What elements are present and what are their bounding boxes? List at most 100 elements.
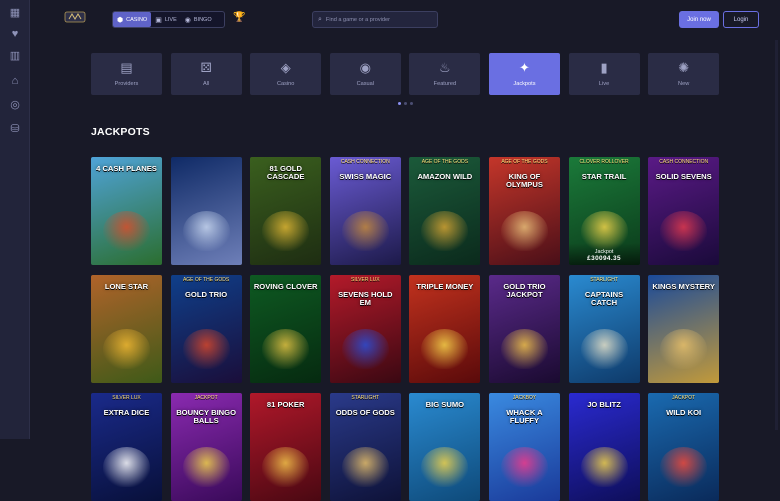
mode-live[interactable]: ▣ LIVE <box>151 12 181 27</box>
game-tile[interactable]: AGE OF THE GODS AMAZON WILD <box>409 157 481 265</box>
game-artwork <box>103 329 150 369</box>
game-tile[interactable]: SILVER LUX EXTRA DICE <box>91 393 162 501</box>
game-subtitle: AGE OF THE GODS <box>421 159 469 165</box>
game-tile[interactable]: 81 POKER <box>250 393 322 501</box>
game-artwork <box>182 447 230 487</box>
game-tile[interactable]: 4 CASH PLANES <box>91 157 162 265</box>
game-title: WILD KOI <box>666 408 702 417</box>
category-label: Casual <box>356 81 374 87</box>
category-label: Featured <box>433 81 457 87</box>
search-icon: ⌕ <box>318 15 322 23</box>
game-subtitle: CLOVER ROLLOVER <box>579 159 629 165</box>
game-title: ROVING CLOVER <box>253 282 318 291</box>
product-switcher: ⬢ CASINO ▣ LIVE ◉ BINGO <box>112 11 225 28</box>
carousel-dot[interactable] <box>398 102 401 105</box>
game-artwork <box>103 447 150 487</box>
cards-icon: ▣ <box>155 16 162 24</box>
game-artwork <box>580 329 628 369</box>
chip-icon[interactable]: ◎ <box>8 98 22 112</box>
mode-bingo[interactable]: ◉ BINGO <box>181 12 216 27</box>
login-button[interactable]: Login <box>723 11 759 28</box>
heart-icon[interactable]: ♥ <box>8 27 22 41</box>
game-tile[interactable]: STARLIGHT ODDS OF GODS <box>329 393 401 501</box>
game-artwork <box>660 447 708 487</box>
game-artwork <box>182 329 230 369</box>
game-artwork <box>262 329 310 369</box>
game-artwork <box>500 211 548 251</box>
category-featured[interactable]: ♨ Featured <box>409 53 481 95</box>
game-tile[interactable]: AGE OF THE GODS GOLD TRIO <box>170 275 242 383</box>
game-artwork <box>341 211 389 251</box>
game-tile[interactable]: TRIPLE MONEY <box>409 275 481 383</box>
game-title: ODDS OF GODS <box>335 408 395 417</box>
briefcase-icon: ▤ <box>120 60 133 75</box>
category-new[interactable]: ✺ New <box>648 53 720 95</box>
game-subtitle: STARLIGHT <box>351 395 380 401</box>
game-artwork <box>500 447 548 487</box>
category-providers[interactable]: ▤ Providers <box>91 53 162 95</box>
game-tile[interactable]: 81 GOLD CASCADE <box>250 157 322 265</box>
game-tile[interactable] <box>170 157 242 265</box>
game-title: GOLD TRIO <box>185 290 228 299</box>
category-all[interactable]: ⚄ All <box>170 53 242 95</box>
game-artwork <box>421 329 469 369</box>
game-title: SOLID SEVENS <box>655 172 712 181</box>
search-input[interactable] <box>325 16 436 23</box>
logo[interactable] <box>64 10 86 24</box>
party-icon: ✺ <box>678 60 690 75</box>
game-tile[interactable]: SILVER LUX SEVENS HOLD EM <box>329 275 401 383</box>
game-artwork <box>262 211 310 251</box>
game-subtitle: CASH CONNECTION <box>659 159 709 165</box>
game-title: EXTRA DICE <box>103 408 150 417</box>
jackpot-value: £30094.35 <box>587 255 621 262</box>
game-tile[interactable]: CASH CONNECTION SOLID SEVENS <box>648 157 720 265</box>
game-tile[interactable]: LONE STAR <box>91 275 162 383</box>
game-tile[interactable]: BIG SUMO <box>409 393 481 501</box>
category-label: All <box>202 81 210 87</box>
game-tile[interactable]: KINGS MYSTERY <box>648 275 720 383</box>
game-title: BIG SUMO <box>425 400 465 409</box>
carousel-dot[interactable] <box>404 102 407 105</box>
mode-label: BINGO <box>193 16 212 23</box>
game-tile[interactable]: JO BLITZ <box>568 393 640 501</box>
game-grid: 4 CASH PLANES 81 GOLD CASCADE CASH CONNECT… <box>91 157 720 501</box>
game-title: WHACK A FLUFFY <box>506 408 543 425</box>
game-subtitle: SILVER LUX <box>112 395 141 401</box>
join-now-button[interactable]: Join now <box>679 11 719 28</box>
category-casual[interactable]: ◉ Casual <box>329 53 401 95</box>
game-subtitle: JACKPOT <box>672 395 696 401</box>
game-tile[interactable]: JACKBOY WHACK A FLUFFY <box>488 393 560 501</box>
cards-icon: ▮ <box>600 60 608 75</box>
search-bar[interactable]: ⌕ <box>312 11 438 28</box>
building-icon[interactable]: ▥ <box>8 49 22 63</box>
flame-icon: ♨ <box>439 60 451 75</box>
carousel-dot[interactable] <box>410 102 413 105</box>
game-artwork <box>182 211 230 251</box>
sparkle-icon: ✦ <box>519 60 530 75</box>
category-label: Casino <box>276 81 295 87</box>
coins-icon[interactable]: ⛁ <box>8 122 22 136</box>
mode-casino[interactable]: ⬢ CASINO <box>113 12 152 27</box>
game-tile[interactable]: CLOVER ROLLOVER STAR TRAIL Jackpot £30094.3… <box>568 157 640 265</box>
game-artwork <box>262 447 310 487</box>
dashboard-icon[interactable]: ▦ <box>8 6 22 20</box>
category-bar: ▤ Providers ⚄ All ◈ Casino ◉ Casual ♨ Fe… <box>91 53 720 95</box>
game-tile[interactable]: CASH CONNECTION SWISS MAGIC <box>329 157 401 265</box>
game-subtitle: JACKPOT <box>194 395 218 401</box>
game-tile[interactable]: JACKPOT BOUNCY BINGO BALLS <box>170 393 242 501</box>
category-casino[interactable]: ◈ Casino <box>250 53 322 95</box>
category-live[interactable]: ▮ Live <box>568 53 640 95</box>
trophy-icon[interactable]: 🏆 <box>233 12 245 23</box>
category-jackpots[interactable]: ✦ Jackpots <box>488 53 560 95</box>
game-title: BOUNCY BINGO BALLS <box>176 408 236 425</box>
game-tile[interactable]: AGE OF THE GODS KING OF OLYMPUS <box>488 157 560 265</box>
game-tile[interactable]: JACKPOT WILD KOI <box>648 393 720 501</box>
category-label: Live <box>598 81 610 87</box>
scrollbar[interactable] <box>775 40 778 430</box>
game-tile[interactable]: GOLD TRIO JACKPOT <box>488 275 560 383</box>
game-artwork <box>341 329 389 369</box>
carousel-dots <box>398 102 413 105</box>
game-tile[interactable]: ROVING CLOVER <box>250 275 322 383</box>
game-tile[interactable]: STARLIGHT CAPTAINS CATCH <box>568 275 640 383</box>
gift-icon[interactable]: ⌂ <box>8 74 22 88</box>
